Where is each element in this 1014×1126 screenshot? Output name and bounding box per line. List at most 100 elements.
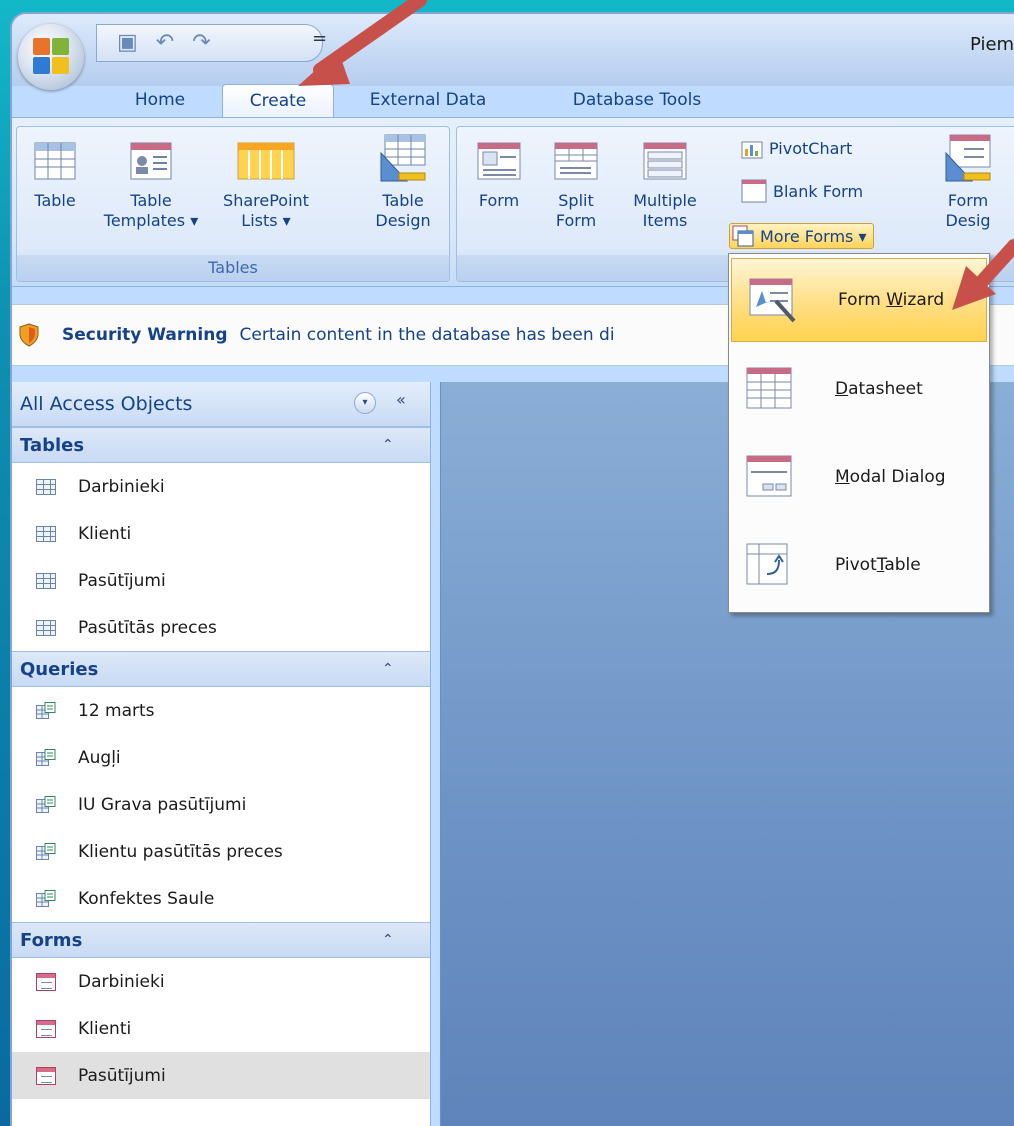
section-forms-label: Forms	[20, 929, 83, 951]
menu-label-part: izard	[902, 290, 945, 310]
tab-create[interactable]: Create	[222, 84, 334, 118]
sharepoint-lists-label-2: Lists ▾	[241, 211, 291, 230]
multiple-items-label-1: Multiple	[633, 191, 697, 210]
title-bar: ▣ ↶ ↷ = Piem	[12, 14, 1014, 90]
nav-collapse-icon[interactable]: «	[396, 390, 406, 409]
menu-label-part: odal Dialog	[849, 467, 946, 487]
nav-pane-title: All Access Objects	[20, 393, 193, 415]
list-item[interactable]: Klientu pasūtītās preces	[12, 828, 430, 875]
list-item-label: Konfektes Saule	[78, 888, 215, 909]
table-label: Table	[34, 191, 76, 210]
more-forms-button[interactable]: More Forms ▾	[729, 223, 874, 249]
chevron-up-icon: ⌃	[382, 661, 394, 677]
more-forms-menu: Form Wizard Datasheet Modal Dialog Pivot…	[728, 253, 990, 613]
list-item[interactable]: 12 marts	[12, 687, 430, 734]
save-icon[interactable]: ▣	[117, 32, 138, 54]
table-templates-icon	[130, 142, 172, 180]
tab-database-tools[interactable]: Database Tools	[552, 84, 722, 117]
list-item-label: Augļi	[78, 747, 121, 768]
section-queries[interactable]: Queries ⌃	[12, 651, 430, 687]
pivotchart-button[interactable]: PivotChart	[741, 137, 852, 159]
list-item[interactable]: Darbinieki	[12, 463, 430, 510]
form-design-button[interactable]: Form Desig	[933, 133, 1003, 231]
undo-icon[interactable]: ↶	[156, 32, 174, 54]
section-forms[interactable]: Forms ⌃	[12, 922, 430, 958]
list-item[interactable]: Konfektes Saule	[12, 875, 430, 922]
list-item[interactable]: Klienti	[12, 1005, 430, 1052]
list-item-label: Pasūtītās preces	[78, 617, 217, 638]
table-templates-label-2: Templates ▾	[103, 211, 199, 230]
nav-pane-header[interactable]: All Access Objects ▾ «	[12, 382, 430, 427]
redo-icon[interactable]: ↷	[192, 32, 210, 54]
office-button[interactable]	[18, 24, 84, 90]
chevron-up-icon: ⌃	[382, 437, 394, 453]
list-item-label: Darbinieki	[78, 476, 165, 497]
customize-qat-button[interactable]: =	[312, 28, 327, 49]
pivottable-icon	[746, 543, 788, 585]
form-icon	[477, 142, 521, 180]
menu-label-part: atasheet	[848, 379, 923, 399]
menu-item-pivottable[interactable]: PivotTable	[729, 524, 989, 606]
list-item[interactable]: Pasūtītās preces	[12, 604, 430, 651]
table-icon	[36, 525, 56, 542]
more-forms-label: More Forms ▾	[760, 226, 867, 246]
table-design-button[interactable]: Table Design	[363, 133, 443, 231]
menu-label-part: Form	[838, 290, 887, 310]
multiple-items-button[interactable]: Multiple Items	[621, 139, 709, 231]
table-design-label-1: Table	[382, 191, 424, 210]
window-title: Piem	[970, 34, 1014, 55]
menu-accel-key: M	[835, 467, 850, 487]
list-item-label: IU Grava pasūtījumi	[78, 794, 247, 815]
menu-item-form-wizard[interactable]: Form Wizard	[731, 258, 987, 342]
nav-dropdown-icon[interactable]: ▾	[354, 392, 376, 414]
form-icon	[36, 972, 56, 991]
list-item-label: Darbinieki	[78, 971, 165, 992]
menu-label-part: Pivot	[835, 555, 877, 575]
list-item[interactable]: Darbinieki	[12, 958, 430, 1005]
list-item[interactable]: Pasūtījumi	[12, 557, 430, 604]
ribbon-tabs: Home Create External Data Database Tools	[12, 84, 1014, 118]
tab-external-data[interactable]: External Data	[358, 84, 498, 117]
quick-access-toolbar: ▣ ↶ ↷	[96, 24, 323, 62]
blank-form-button[interactable]: Blank Form	[741, 179, 863, 203]
query-icon	[36, 842, 56, 860]
table-button[interactable]: Table	[27, 139, 83, 211]
tables-group-label: Tables	[17, 255, 449, 281]
list-item-label: Pasūtījumi	[78, 570, 166, 591]
sharepoint-lists-label-1: SharePoint	[223, 191, 309, 210]
menu-item-datasheet[interactable]: Datasheet	[729, 348, 989, 430]
form-design-label-2: Desig	[945, 211, 991, 230]
query-icon	[36, 748, 56, 766]
form-button[interactable]: Form	[469, 139, 529, 211]
menu-accel-key: D	[835, 379, 849, 399]
form-icon	[36, 1066, 56, 1085]
list-item[interactable]: Pasūtījumi	[12, 1052, 430, 1099]
list-item[interactable]: IU Grava pasūtījumi	[12, 781, 430, 828]
form-design-label-1: Form	[947, 191, 989, 210]
list-item-label: Pasūtījumi	[78, 1065, 166, 1086]
section-tables[interactable]: Tables ⌃	[12, 427, 430, 463]
split-form-button[interactable]: Split Form	[545, 139, 607, 231]
list-item[interactable]: Augļi	[12, 734, 430, 781]
menu-label-part: able	[884, 555, 921, 575]
more-forms-icon	[732, 225, 754, 247]
blank-form-icon	[741, 179, 767, 203]
list-item-label: Klienti	[78, 1018, 132, 1039]
access-window: ▣ ↶ ↷ = Piem Home Create External Data D…	[12, 14, 1014, 1126]
query-icon	[36, 795, 56, 813]
office-logo-icon	[33, 38, 69, 74]
table-templates-label-1: Table	[130, 191, 172, 210]
table-icon	[36, 478, 56, 495]
datasheet-icon	[746, 367, 792, 409]
table-templates-button[interactable]: Table Templates ▾	[101, 139, 201, 231]
multiple-items-label-2: Items	[642, 211, 688, 230]
menu-accel-key: W	[886, 290, 903, 310]
form-wizard-icon	[749, 278, 796, 323]
section-tables-label: Tables	[20, 434, 85, 456]
form-design-icon	[945, 134, 991, 182]
menu-item-modal-dialog[interactable]: Modal Dialog	[729, 436, 989, 518]
tab-home[interactable]: Home	[120, 84, 200, 117]
security-warning-title: Security Warning	[62, 325, 228, 345]
list-item[interactable]: Klienti	[12, 510, 430, 557]
sharepoint-lists-button[interactable]: SharePoint Lists ▾	[213, 139, 319, 231]
